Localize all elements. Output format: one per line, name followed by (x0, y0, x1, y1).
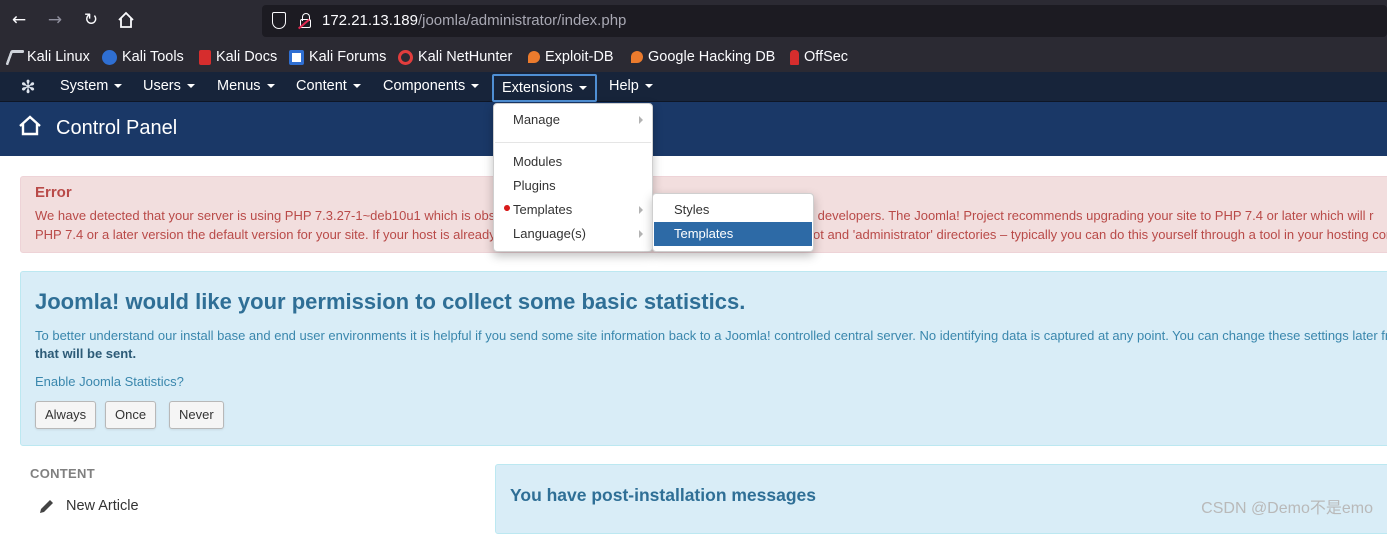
alert-text-line1-left: We have detected that your server is usi… (35, 208, 496, 223)
caret-down-icon (114, 84, 123, 89)
address-bar[interactable]: 172.21.13.189/joomla/administrator/index… (262, 5, 1387, 37)
new-article-link[interactable]: New Article (66, 498, 139, 514)
home-outline-icon (19, 115, 41, 136)
menu-components[interactable]: Components (383, 72, 480, 102)
bookmark-kali-tools[interactable]: Kali Tools (102, 47, 184, 67)
kali-forums-icon (289, 49, 304, 65)
menu-menus[interactable]: Menus (217, 72, 275, 102)
submenu-arrow-icon (639, 116, 643, 124)
bookmark-kali-nethunter[interactable]: Kali NetHunter (398, 47, 512, 67)
alert-heading: Error (35, 184, 72, 201)
extensions-dropdown-menu: Manage Modules Plugins Templates Languag… (493, 103, 653, 252)
nethunter-icon (398, 49, 413, 65)
once-button[interactable]: Once (105, 401, 157, 429)
alert-text-line2-right: ot and 'administrator' directories – typ… (813, 227, 1387, 242)
menu-help[interactable]: Help (609, 72, 653, 102)
exploit-db-icon (528, 51, 540, 63)
caret-down-icon (266, 84, 275, 89)
bookmark-kali-docs[interactable]: Kali Docs (199, 47, 277, 67)
submenu-item-templates[interactable]: Templates (654, 222, 812, 246)
back-arrow-icon[interactable]: ← (7, 8, 31, 32)
ghdb-icon (631, 51, 643, 63)
templates-submenu: Styles Templates (652, 193, 814, 252)
stats-description: To better understand our install base an… (35, 328, 1387, 343)
watermark: CSDN @Demo不是emo (1201, 500, 1373, 517)
caret-down-icon (578, 86, 587, 91)
page-header: Control Panel (0, 102, 1387, 156)
submenu-item-styles[interactable]: Styles (654, 198, 812, 222)
menu-system[interactable]: System (60, 72, 123, 102)
dropdown-item-plugins[interactable]: Plugins (494, 174, 652, 198)
bookmark-google-hacking-db[interactable]: Google Hacking DB (631, 47, 775, 67)
postinstall-title: You have post-installation messages (510, 485, 817, 505)
enable-statistics-link[interactable]: Enable Joomla Statistics? (35, 374, 184, 389)
caret-down-icon (644, 84, 653, 89)
url-text[interactable]: 172.21.13.189/joomla/administrator/index… (322, 12, 626, 29)
dropdown-item-modules[interactable]: Modules (494, 150, 652, 174)
dropdown-item-templates[interactable]: Templates (494, 198, 652, 222)
stats-title: Joomla! would like your permission to co… (35, 289, 746, 314)
joomla-logo-icon[interactable]: ✻ (18, 78, 38, 98)
dropdown-item-languages[interactable]: Language(s) (494, 222, 652, 246)
menu-extensions[interactable]: Extensions (492, 74, 597, 102)
bookmarks-toolbar: Kali Linux Kali Tools Kali Docs Kali For… (0, 41, 1387, 72)
statistics-permission-message: Joomla! would like your permission to co… (20, 271, 1387, 446)
pencil-icon (40, 500, 53, 513)
submenu-arrow-icon (639, 230, 643, 238)
bookmark-offsec[interactable]: OffSec (790, 47, 848, 67)
caret-down-icon (352, 84, 361, 89)
caret-down-icon (186, 84, 195, 89)
never-button[interactable]: Never (169, 401, 224, 429)
kali-docs-icon (199, 49, 211, 65)
content-section-label: CONTENT (30, 466, 95, 481)
admin-menu-bar: ✻ System Users Menus Content Components … (0, 72, 1387, 102)
forward-arrow-icon[interactable]: → (43, 8, 67, 32)
always-button[interactable]: Always (35, 401, 97, 429)
browser-toolbar: ← → ↻ 172.21.13.189/joomla/administrator… (0, 0, 1387, 41)
home-icon[interactable] (114, 8, 138, 32)
menu-content[interactable]: Content (296, 72, 361, 102)
bookmark-exploit-db[interactable]: Exploit-DB (528, 47, 614, 67)
submenu-arrow-icon (639, 206, 643, 214)
caret-down-icon (471, 84, 480, 89)
reload-icon[interactable]: ↻ (79, 8, 103, 32)
dropdown-item-manage[interactable]: Manage (494, 108, 652, 132)
menu-users[interactable]: Users (143, 72, 195, 102)
kali-dragon-icon (5, 49, 25, 65)
alert-text-line1-right: its developers. The Joomla! Project reco… (801, 208, 1374, 223)
dropdown-divider (495, 142, 651, 143)
page-title: Control Panel (56, 117, 178, 139)
bookmark-kali-forums[interactable]: Kali Forums (289, 47, 386, 67)
stats-description-bold: that will be sent. (35, 346, 137, 361)
alert-text-line2-left: PHP 7.4 or a later version the default v… (35, 227, 496, 242)
bookmark-kali-linux[interactable]: Kali Linux (5, 47, 90, 67)
kali-tools-icon (102, 49, 117, 65)
cursor-dot-icon (503, 204, 511, 212)
insecure-lock-icon[interactable] (300, 13, 311, 28)
offsec-icon (790, 49, 799, 65)
tracking-protection-shield-icon[interactable] (272, 12, 286, 29)
